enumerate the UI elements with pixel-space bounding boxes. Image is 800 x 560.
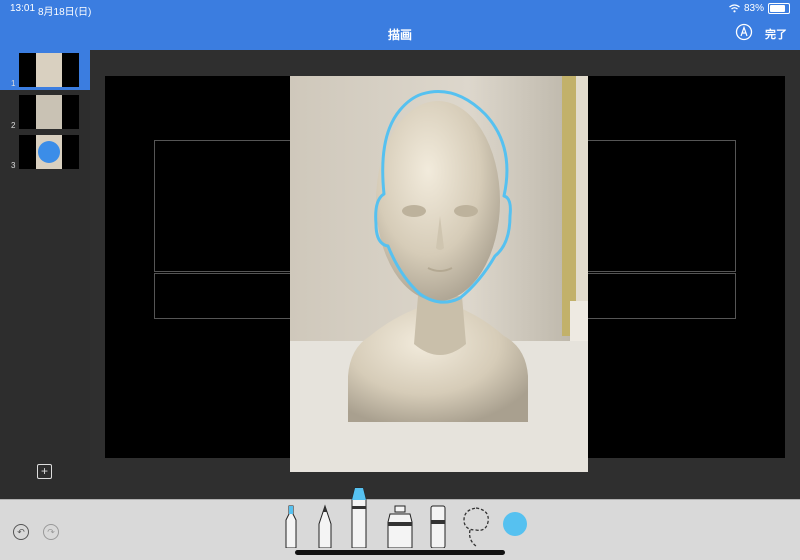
- mannequin-photo[interactable]: [290, 76, 588, 472]
- blue-circle-shape: [38, 141, 60, 163]
- header-bar: 13:01 8月18日(日) 83% 描画 完了: [0, 0, 800, 50]
- battery-icon: [768, 3, 790, 14]
- add-slide-button[interactable]: +: [37, 464, 52, 479]
- status-right: 83%: [729, 3, 790, 14]
- mannequin-image: [290, 76, 588, 472]
- drawing-toolbar: ↶ ↷: [0, 487, 800, 560]
- status-time: 13:01: [10, 3, 36, 14]
- markup-pen-icon[interactable]: [735, 23, 753, 41]
- redo-icon[interactable]: ↷: [43, 524, 59, 540]
- slide-number: 3: [11, 161, 16, 170]
- fill-tool-icon[interactable]: [386, 504, 414, 548]
- wifi-icon: [729, 4, 740, 13]
- lasso-tool-icon[interactable]: [460, 504, 492, 548]
- slide-thumbnail-1[interactable]: 1: [0, 50, 90, 90]
- slide-navigator: 1 2 3 +: [0, 50, 90, 499]
- slide-number: 2: [11, 121, 16, 130]
- status-date: 8月18日(日): [38, 7, 92, 18]
- color-picker-button[interactable]: [503, 512, 527, 536]
- eraser-tool-icon[interactable]: [428, 504, 448, 548]
- undo-icon[interactable]: ↶: [13, 524, 29, 540]
- pencil-tool-icon[interactable]: [314, 504, 336, 548]
- slide-preview: [19, 95, 79, 129]
- slide-preview-photo: [36, 95, 62, 129]
- slide-thumbnail-3[interactable]: 3: [0, 132, 90, 172]
- home-indicator: [295, 550, 505, 555]
- battery-percent: 83%: [743, 3, 764, 14]
- slide-preview-photo: [36, 53, 62, 87]
- done-button[interactable]: 完了: [765, 26, 787, 42]
- slide-number: 1: [11, 79, 16, 88]
- slide-preview: [19, 135, 79, 169]
- page-title: 描画: [387, 28, 412, 42]
- crayon-tool-icon[interactable]: [347, 486, 371, 548]
- slide-thumbnail-2[interactable]: 2: [0, 92, 90, 132]
- pen-tool-icon[interactable]: [280, 504, 302, 548]
- slide-preview: [19, 53, 79, 87]
